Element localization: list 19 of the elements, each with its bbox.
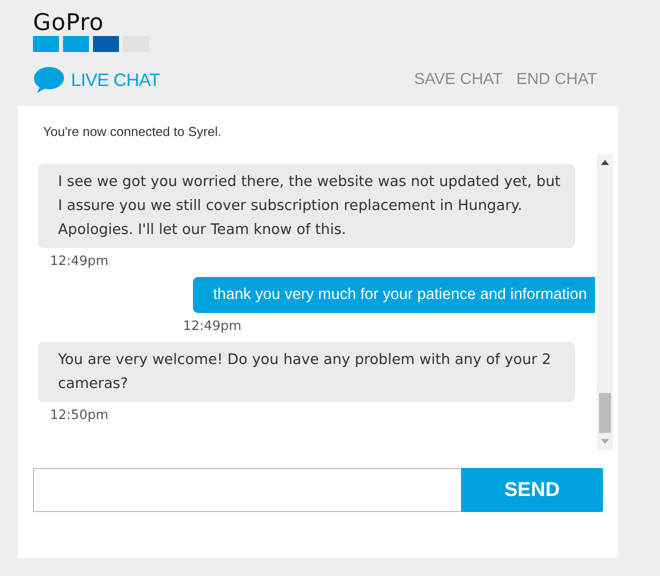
- live-chat-title: LIVE CHAT: [71, 70, 160, 90]
- scrollbar[interactable]: [597, 154, 613, 450]
- message-time: 12:49pm: [183, 319, 242, 334]
- scrollbar-thumb[interactable]: [599, 393, 611, 433]
- scroll-up-icon[interactable]: [601, 160, 609, 165]
- chat-bubble-icon: [33, 66, 65, 94]
- message-time: 12:49pm: [50, 254, 108, 269]
- header-link[interactable]: SAVE CHAT: [414, 71, 502, 89]
- message-bubble: thank you very much for your patience and information: [193, 277, 595, 313]
- message-bubble: I see we got you worried there, the website was not updated yet, but I assure you we still cover subscription replacement in Hungary. Apologies. I'll let our Team know of this.: [38, 164, 575, 248]
- header-link[interactable]: END CHAT: [516, 71, 597, 89]
- message-input[interactable]: [33, 468, 461, 512]
- message-time: 12:50pm: [50, 408, 108, 423]
- logo-squares-icon: [33, 36, 149, 52]
- connection-status: You're now connected to Syrel.: [43, 124, 222, 139]
- logo-wordmark: GoPro: [33, 12, 105, 34]
- scroll-down-icon[interactable]: [601, 439, 609, 444]
- message-bubble: You are very welcome! Do you have any problem with any of your 2 cameras?: [38, 342, 575, 402]
- send-button[interactable]: SEND: [461, 468, 603, 512]
